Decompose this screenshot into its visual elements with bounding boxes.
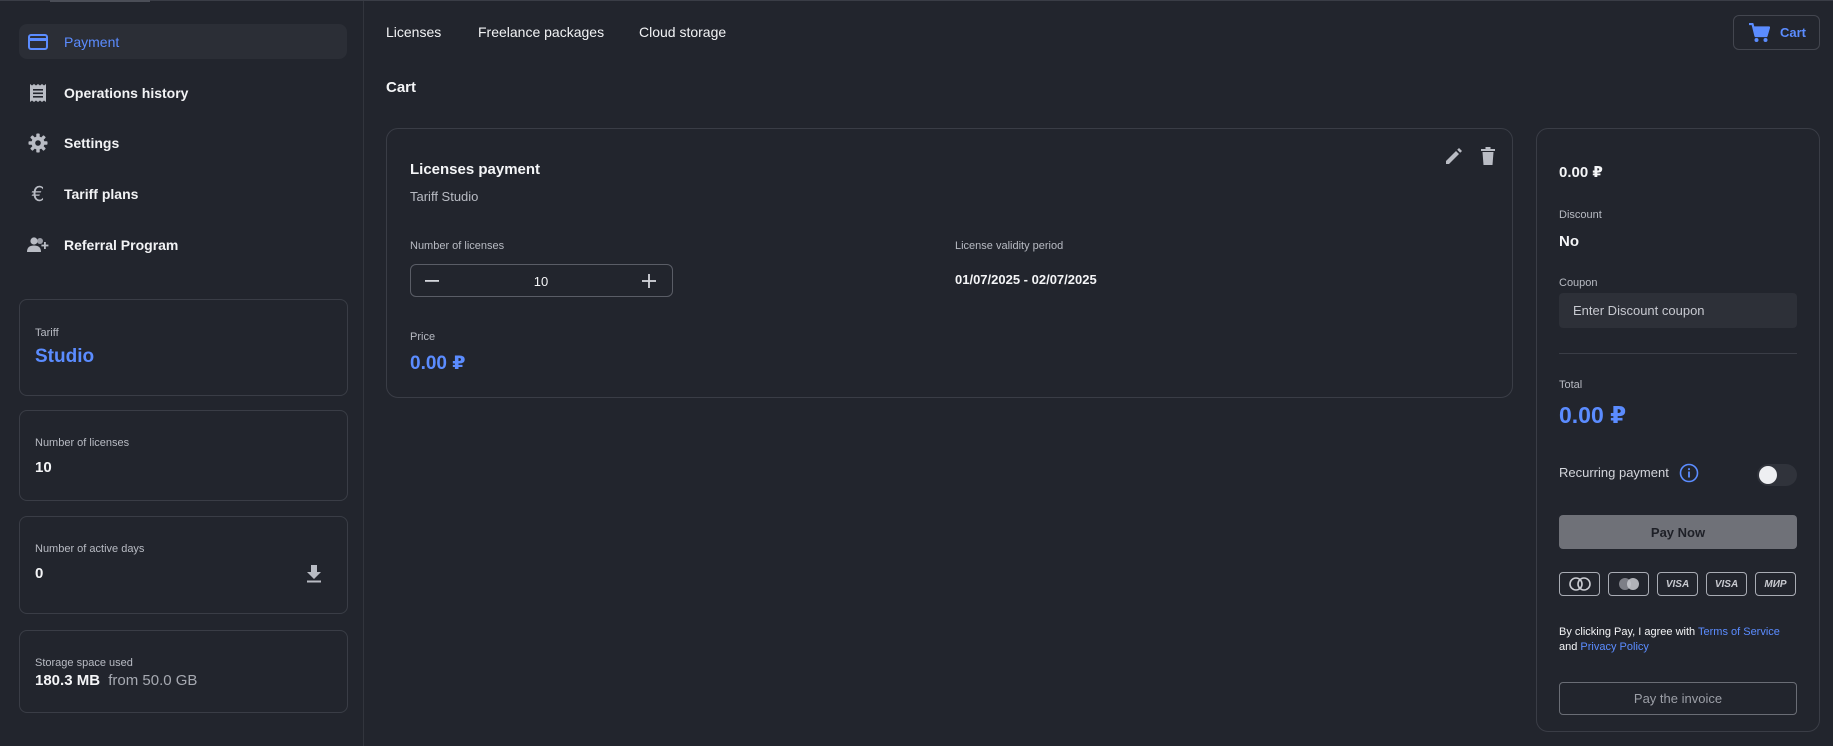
tariff-value: Studio <box>35 346 95 367</box>
total-value: 0.00 ₽ <box>1559 402 1627 428</box>
tab-cloud-storage[interactable]: Cloud storage <box>639 24 726 40</box>
cart-icon <box>1748 22 1771 43</box>
coupon-input[interactable] <box>1559 293 1797 328</box>
agreement-and: and <box>1559 641 1578 653</box>
payment-cards: VISA VISA МИР <box>1559 572 1799 596</box>
download-icon[interactable] <box>306 565 326 585</box>
add-user-icon <box>27 234 49 256</box>
plus-icon[interactable] <box>637 269 661 293</box>
coupon-caption: Coupon <box>1559 277 1598 289</box>
sidebar-item-payment[interactable]: Payment <box>19 24 347 59</box>
sidebar-item-label: Tariff plans <box>64 185 139 202</box>
pay-now-button[interactable]: Pay Now <box>1559 515 1797 549</box>
maestro-icon <box>1608 572 1649 596</box>
euro-icon: € <box>31 181 45 206</box>
gear-icon <box>27 132 49 154</box>
visa-icon: VISA <box>1657 572 1698 596</box>
item-title: Licenses payment <box>410 161 541 178</box>
receipt-icon <box>27 82 49 104</box>
sidebar-item-label: Payment <box>64 33 120 50</box>
edit-icon[interactable] <box>1443 145 1465 167</box>
sidebar: Payment Operations history Settings € Ta… <box>0 1 364 746</box>
active-days-card: Number of active days 0 <box>19 516 348 614</box>
tab-licenses[interactable]: Licenses <box>386 24 441 40</box>
page-title: Cart <box>386 79 417 96</box>
delete-icon[interactable] <box>1477 145 1499 167</box>
total-caption: Total <box>1559 379 1583 391</box>
mir-icon: МИР <box>1755 572 1796 596</box>
minus-icon[interactable] <box>420 269 444 293</box>
licenses-card: Number of licenses 10 <box>19 410 348 501</box>
price-caption: Price <box>410 331 436 343</box>
cart-button[interactable]: Cart <box>1733 15 1820 50</box>
credit-card-icon <box>27 31 49 53</box>
storage-card: Storage space used 180.3 MB from 50.0 GB <box>19 630 348 713</box>
privacy-policy-link[interactable]: Privacy Policy <box>1580 641 1648 653</box>
item-price: 0.00 ₽ <box>410 353 466 374</box>
mastercard-icon <box>1559 572 1600 596</box>
info-icon[interactable] <box>1679 463 1699 483</box>
tab-freelance-packages[interactable]: Freelance packages <box>478 24 604 40</box>
agreement-text: By clicking Pay, I agree with Terms of S… <box>1559 625 1799 655</box>
agreement-lead: By clicking Pay, I agree with <box>1559 626 1696 638</box>
licenses-stepper[interactable]: 10 <box>410 264 673 297</box>
recurring-payment-label: Recurring payment <box>1559 465 1669 480</box>
sidebar-item-referral-program[interactable]: Referral Program <box>19 227 347 262</box>
sidebar-item-label: Settings <box>64 134 120 151</box>
storage-caption: Storage space used <box>35 657 133 669</box>
tariff-card: Tariff Studio <box>19 299 348 396</box>
storage-value: 180.3 MB <box>35 672 101 689</box>
validity-value: 01/07/2025 - 02/07/2025 <box>955 272 1097 287</box>
sidebar-item-label: Operations history <box>64 84 189 101</box>
licenses-stepper-value[interactable]: 10 <box>521 274 561 289</box>
summary-amount: 0.00 ₽ <box>1559 164 1603 181</box>
discount-caption: Discount <box>1559 209 1602 221</box>
licenses-count-caption: Number of licenses <box>410 240 505 252</box>
licenses-value: 10 <box>35 459 52 476</box>
validity-caption: License validity period <box>955 240 1064 252</box>
recurring-payment-toggle[interactable] <box>1757 464 1797 486</box>
active-days-value: 0 <box>35 565 44 582</box>
toggle-knob <box>1759 466 1777 484</box>
licenses-caption: Number of licenses <box>35 437 130 449</box>
storage-limit: from 50.0 GB <box>108 672 198 689</box>
visa-electron-icon: VISA <box>1706 572 1747 596</box>
storage-value-line: 180.3 MB from 50.0 GB <box>35 672 197 689</box>
terms-of-service-link[interactable]: Terms of Service <box>1698 626 1780 638</box>
pay-invoice-button[interactable]: Pay the invoice <box>1559 682 1797 715</box>
discount-value: No <box>1559 233 1579 250</box>
sidebar-item-operations-history[interactable]: Operations history <box>19 75 347 110</box>
sidebar-item-settings[interactable]: Settings <box>19 125 347 160</box>
order-summary: 0.00 ₽ Discount No Coupon Total 0.00 ₽ R… <box>1536 128 1820 732</box>
summary-divider <box>1559 353 1797 354</box>
sidebar-item-label: Referral Program <box>64 236 179 253</box>
tariff-caption: Tariff <box>35 327 59 339</box>
cart-button-label: Cart <box>1780 25 1807 40</box>
cart-item-card: Licenses payment Tariff Studio Number of… <box>386 128 1513 398</box>
sidebar-item-tariff-plans[interactable]: € Tariff plans <box>19 176 347 211</box>
active-days-caption: Number of active days <box>35 543 145 555</box>
item-subtitle: Tariff Studio <box>410 189 479 204</box>
